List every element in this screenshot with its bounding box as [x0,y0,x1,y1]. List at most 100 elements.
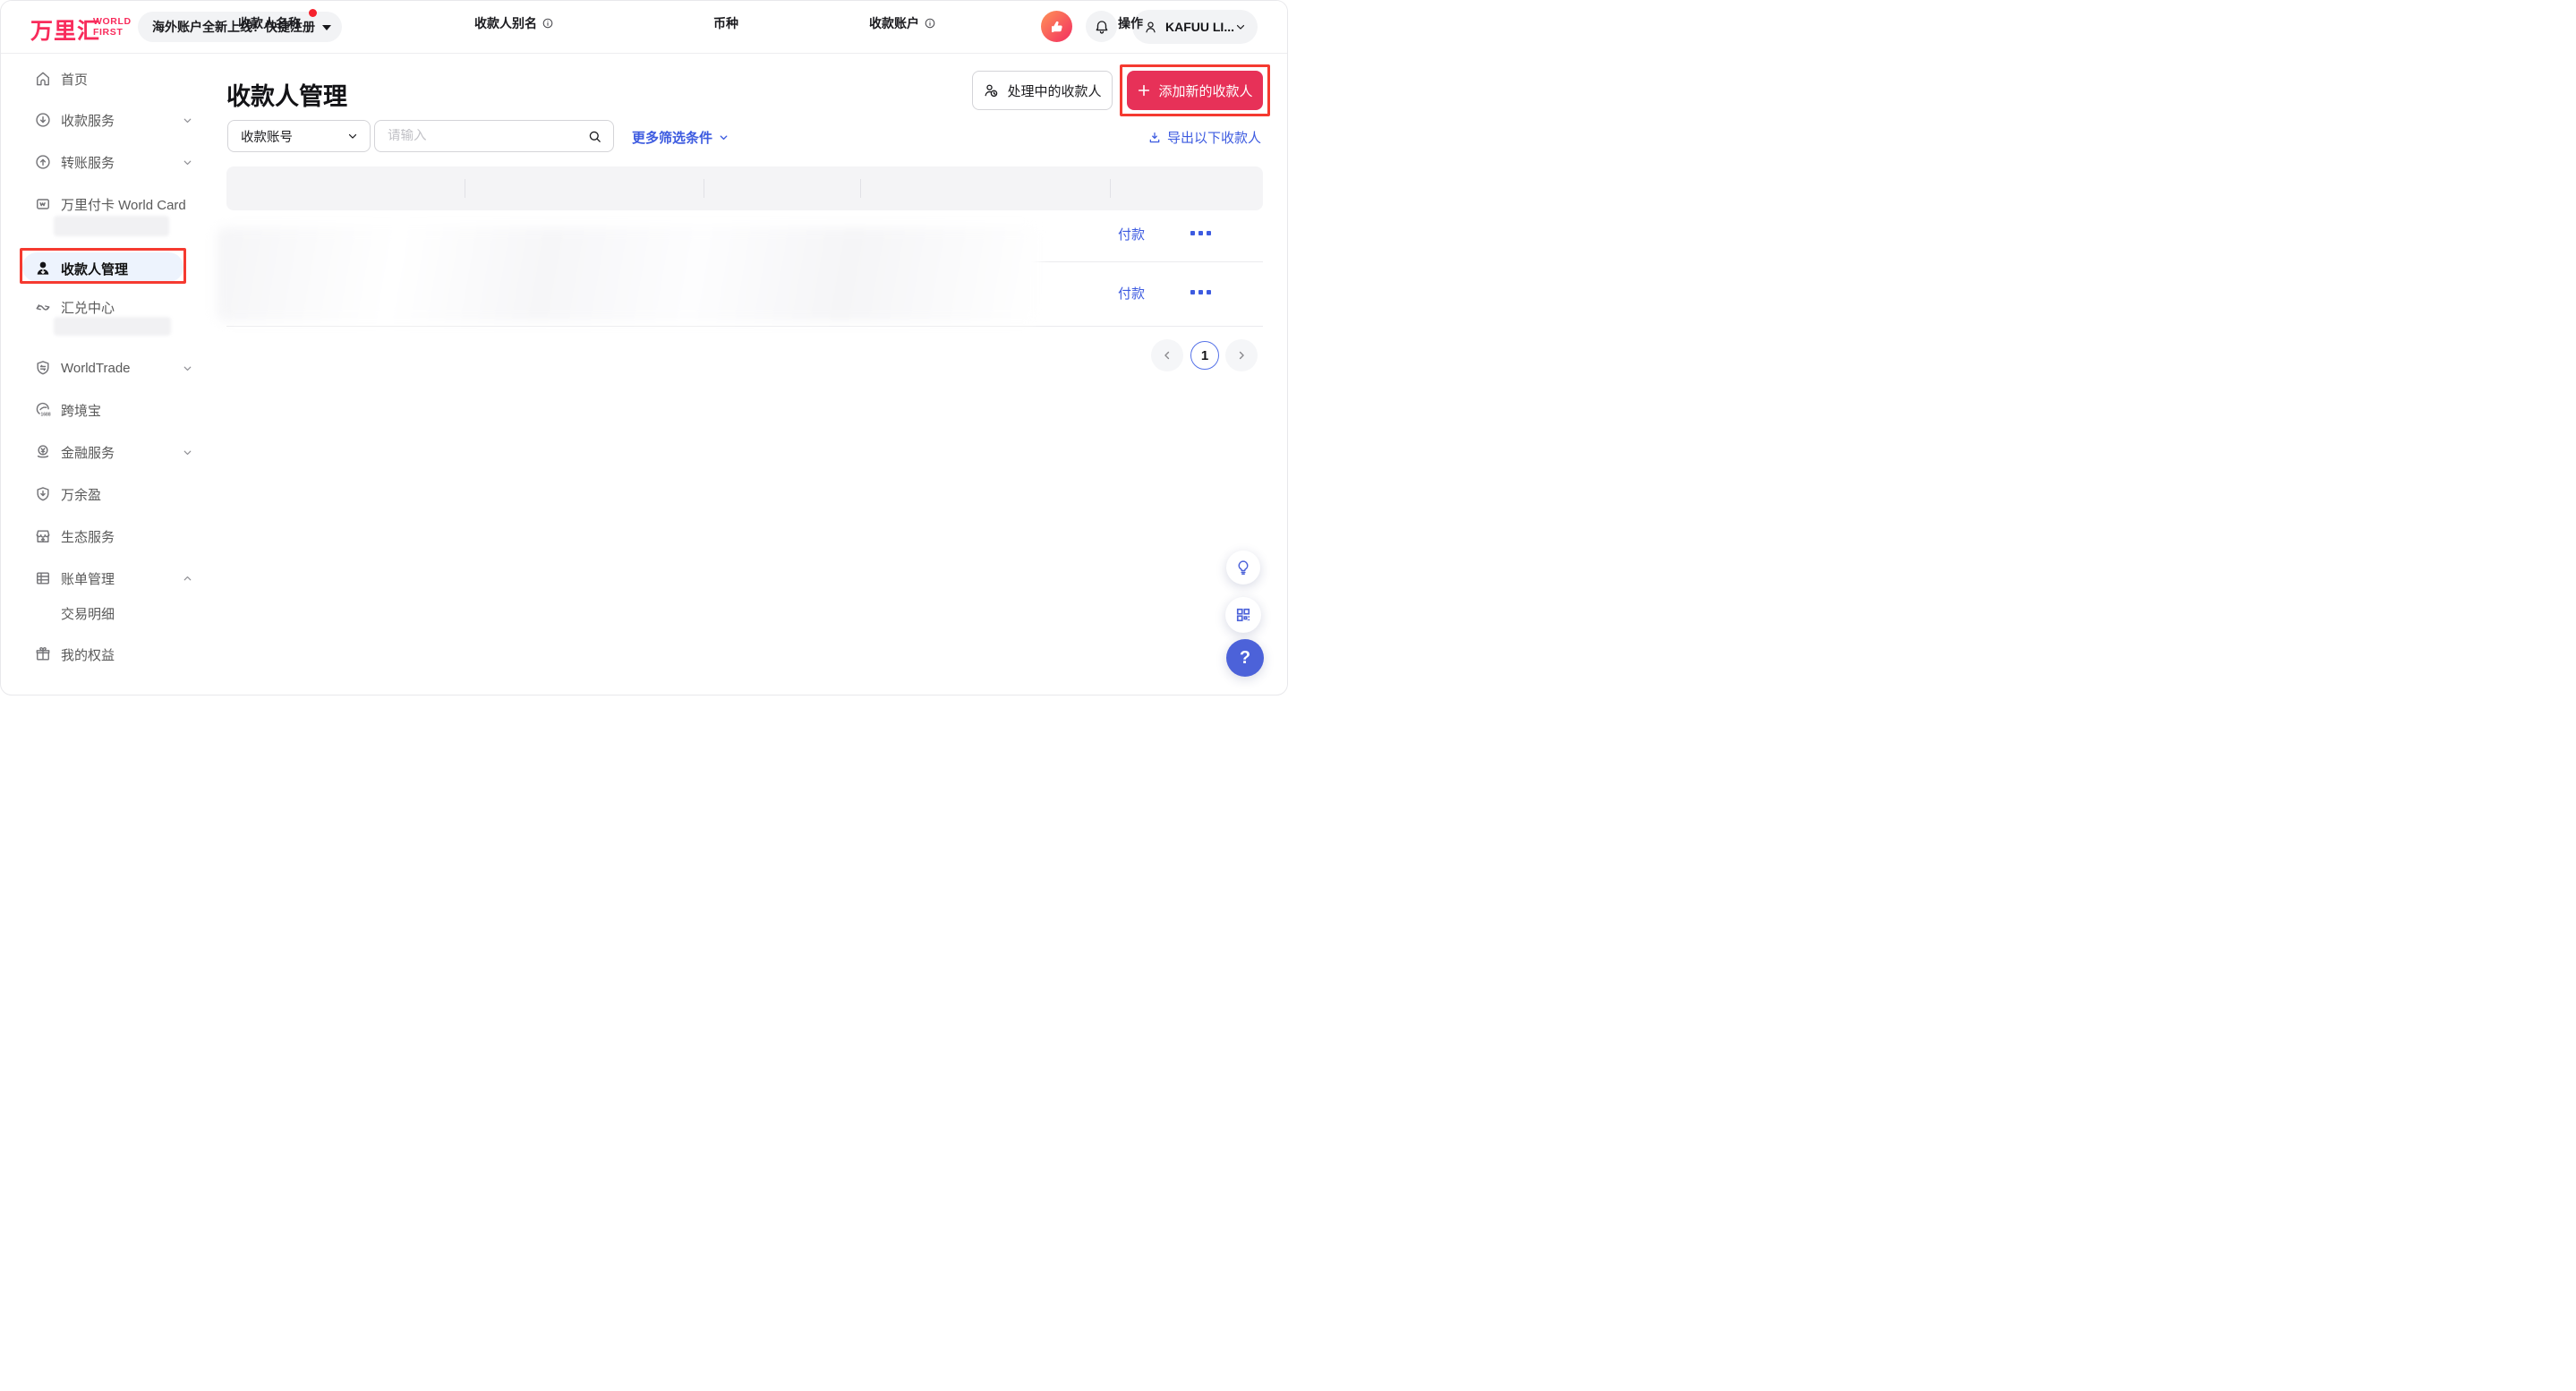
sidebar-item-label: 首页 [61,70,88,89]
download-icon [1147,131,1162,145]
lightbulb-icon [1234,559,1252,576]
sidebar-item-label: 生态服务 [61,527,115,546]
sidebar-item-label: 账单管理 [61,569,115,588]
qr-code-icon [1234,606,1252,624]
sidebar-subitem-transaction-details[interactable]: 交易明细 [1,595,217,631]
plus-icon [1137,83,1151,98]
tips-button[interactable] [1226,550,1260,585]
sidebar-item-payee-management[interactable]: 收款人管理 [1,251,217,286]
pagination-page-1[interactable]: 1 [1190,341,1219,370]
sidebar-item-home[interactable]: 首页 [1,61,217,97]
pay-link-row-2[interactable]: 付款 [1118,284,1145,303]
bell-icon [1094,19,1110,35]
pending-payees-label: 处理中的收款人 [1007,81,1101,100]
sidebar-item-label: 转账服务 [61,153,115,172]
info-icon[interactable] [924,17,936,30]
app-window: 万里汇 WORLD FIRST 海外账户全新上线！快捷注册 K [0,0,1288,696]
coin-yuan-icon [34,443,52,461]
qr-code-button[interactable] [1225,597,1261,633]
sidebar-item-label: 金融服务 [61,443,115,462]
sidebar-item-label: 交易明细 [61,604,115,623]
payee-person-icon [34,260,52,277]
sidebar-item-label: 万余盈 [61,485,101,504]
sidebar-item-receive-services[interactable]: 收款服务 [1,102,217,138]
chevron-left-icon [1161,349,1173,362]
chevron-right-icon [1235,349,1248,362]
exchange-icon [34,298,52,316]
sidebar-item-label: 万里付卡 World Card [61,195,186,214]
logo-wanlihui: 万里汇 [30,13,100,46]
sidebar-item-bill-management[interactable]: 账单管理 [1,560,217,596]
top-bar: 万里汇 WORLD FIRST 海外账户全新上线！快捷注册 K [1,1,1287,54]
help-button[interactable]: ? [1226,639,1264,677]
sidebar-item-my-benefits[interactable]: 我的权益 [1,636,217,672]
row-2-more-actions-icon[interactable] [1190,290,1211,294]
globe-1688-icon: 1688 [34,401,52,419]
redacted-text [54,317,171,336]
column-divider [1110,179,1111,198]
chevron-down-icon [346,130,359,142]
sidebar-item-wanyuying[interactable]: 万余盈 [1,476,217,512]
search-input[interactable] [375,129,582,143]
row-1-more-actions-icon[interactable] [1190,231,1211,235]
svg-text:1688: 1688 [41,412,51,417]
sidebar-item-financial-services[interactable]: 金融服务 [1,434,217,470]
pagination-next-button[interactable] [1225,339,1258,371]
blurred-table-content [217,227,1040,321]
sidebar-item-transfer-services[interactable]: 转账服务 [1,144,217,180]
search-icon[interactable] [587,129,602,144]
column-header-payee-alias: 收款人别名 [474,1,554,45]
row-divider [226,326,1263,327]
shield-trade-icon [34,359,52,377]
receive-circle-icon [34,111,52,129]
search-field-value: 收款账号 [241,127,293,146]
export-payees-link[interactable]: 导出以下收款人 [1147,128,1261,147]
notification-dot [309,9,317,17]
world-card-icon [34,195,52,213]
page-title: 收款人管理 [226,77,347,112]
pending-payees-button[interactable]: 处理中的收款人 [972,71,1113,110]
column-header-payee-account: 收款账户 [869,1,936,45]
sidebar-item-label: WorldTrade [61,361,131,376]
search-field-select[interactable]: 收款账号 [227,120,371,152]
chevron-down-icon [182,447,193,458]
column-header-actions: 操作 [1118,1,1143,45]
column-header-payee-name: 收款人名称 [238,1,301,45]
export-payees-label: 导出以下收款人 [1167,128,1261,147]
info-icon[interactable] [542,17,554,30]
bill-table-icon [34,569,52,587]
caret-down-icon [322,25,331,30]
sidebar-item-label: 收款人管理 [61,260,128,278]
chevron-down-icon [182,115,193,126]
sidebar-item-label: 收款服务 [61,111,115,130]
add-payee-button[interactable]: 添加新的收款人 [1127,71,1263,110]
chevron-down-icon [182,157,193,168]
chevron-up-icon [182,573,193,585]
pagination-prev-button[interactable] [1151,339,1183,371]
shield-down-icon [34,485,52,503]
transfer-circle-icon [34,153,52,171]
storefront-icon [34,527,52,545]
sidebar-item-worldtrade[interactable]: WorldTrade [1,350,217,386]
notifications-button[interactable] [1086,11,1117,42]
feedback-thumbs-up-button[interactable] [1041,11,1072,42]
pay-link-row-1[interactable]: 付款 [1118,225,1145,243]
user-name: KAFUU LI... [1165,20,1234,34]
search-input-wrapper [374,120,614,152]
logo-worldfirst: WORLD FIRST [93,16,132,38]
sidebar-item-kuajingbao[interactable]: 1688 跨境宝 [1,392,217,428]
chevron-down-icon [718,132,729,143]
sidebar-item-ecosystem-services[interactable]: 生态服务 [1,518,217,554]
more-filters-label: 更多筛选条件 [632,128,712,147]
redacted-text [54,216,169,236]
chevron-down-icon [1234,21,1247,33]
gift-icon [34,645,52,663]
chevron-down-icon [182,363,193,374]
user-menu[interactable]: KAFUU LI... [1132,10,1258,44]
sidebar-item-label: 跨境宝 [61,401,101,420]
sidebar-item-label: 汇兑中心 [61,298,115,317]
user-icon [1143,20,1158,35]
column-divider [860,179,861,198]
table-header [226,166,1263,210]
more-filters-link[interactable]: 更多筛选条件 [632,128,729,147]
